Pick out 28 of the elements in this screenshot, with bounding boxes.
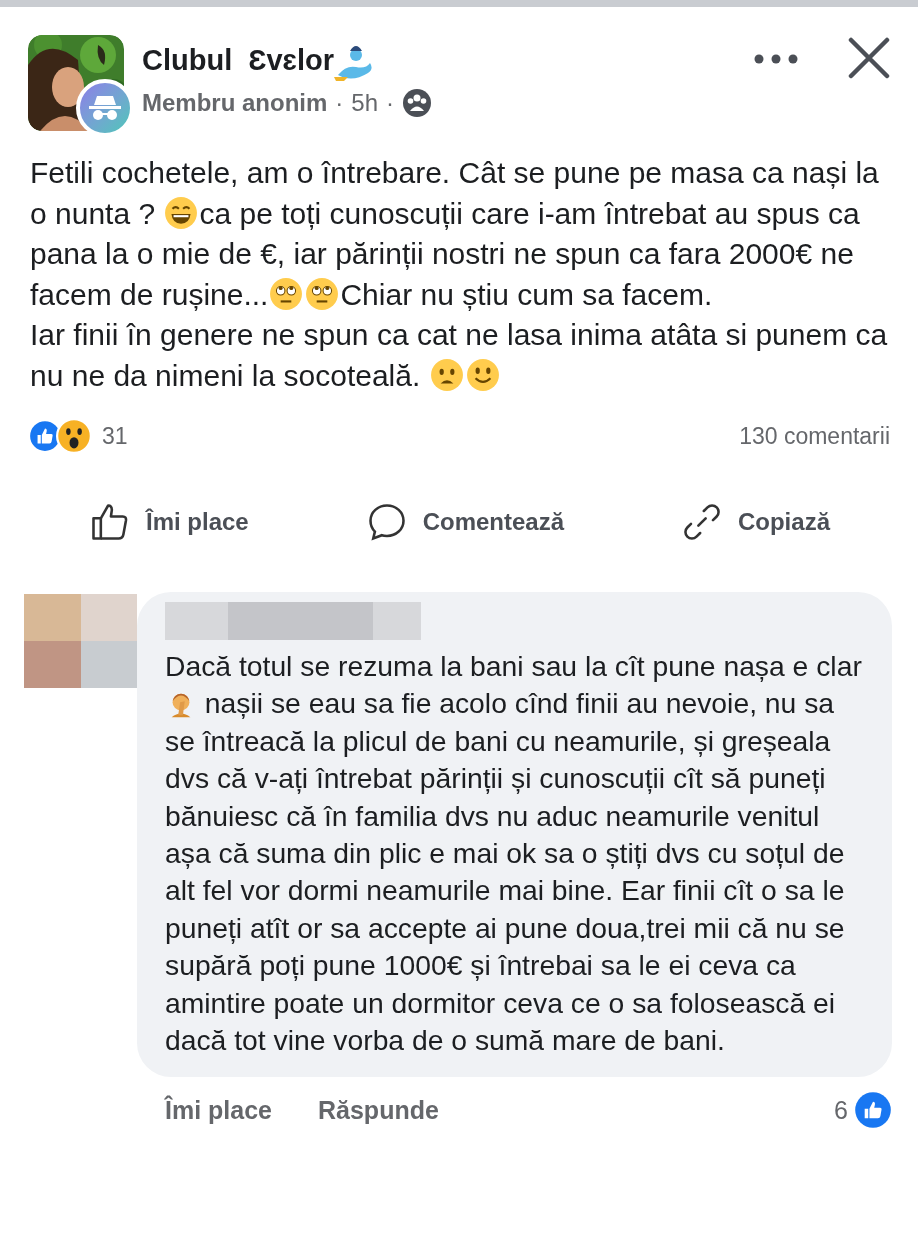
separator-dot: · — [335, 87, 344, 118]
grinning-face-icon — [164, 195, 199, 230]
post-text: Iar finii în genere ne spun ca cat ne lasa inima atâta si punem ca nu ne da nimeni la socoteală. — [30, 317, 888, 394]
reaction-count[interactable]: 31 — [102, 418, 128, 454]
eye-roll-face-icon — [269, 276, 304, 311]
group-icon — [402, 87, 433, 118]
surprised-reaction-icon — [56, 418, 92, 454]
smiling-face-icon — [465, 357, 500, 392]
group-name[interactable]: Clubul Ɛvɛlor — [142, 39, 335, 83]
more-icon — [754, 54, 798, 64]
like-reaction-icon — [854, 1091, 892, 1130]
post-text: Fetili cochetele, am o întrebare. Cât se pune pe masa ca nași la o nunta ? ca pe toți cunoscuții care i-am întrebat au spus ca pana la o mie de €, iar părinții nostri ne spun ca fara 2000€ ne facem de rușine... Chiar nu știu cum sa facem. — [30, 155, 880, 313]
separator-dot: · — [386, 87, 395, 118]
comment-like-count[interactable]: 6 — [834, 1091, 848, 1130]
comment-count[interactable]: 130 comentarii — [739, 418, 890, 454]
comment-action-button[interactable]: Comentează — [364, 500, 564, 544]
comment-text: Dacă totul se rezuma la bani sau la cît pune nașa e clar nașii se eau sa fie acolo cînd finii au nevoie, nu sa se întreacă la plicul de bani cu neamurile, și greșeala dvs că v-ați întrebat părinții și cunoscuții cît să puneți bănuiesc că în familia dvs nu aduc neamurile venitul așa că suma din plic e mai ok sa o știți dvs cu soțul de alt fel vor dormi neamurile mai bine. Ear finii cît o sa le puneți atît or sa accepte ai pune doua,trei mii că nu se supără poți pune 1000€ și întrebai sa le ei ceva ca amintire poate un dormitor ceva ce o sa folosească ei dacă tot vine vorba de o sumă mare de bani. — [165, 649, 863, 1059]
close-icon — [848, 37, 890, 79]
reply-link[interactable]: Răspunde — [318, 1091, 439, 1130]
like-action-button[interactable]: Îmi place — [87, 500, 249, 544]
copy-action-button[interactable]: Copiază — [679, 500, 830, 544]
comment-like-link[interactable]: Îmi place — [165, 1091, 272, 1130]
worried-face-icon — [429, 357, 464, 392]
eye-roll-face-icon — [305, 276, 340, 311]
close-button[interactable] — [848, 37, 890, 79]
incognito-icon — [87, 94, 123, 122]
author-name[interactable]: Membru anonim — [142, 84, 328, 121]
post-time[interactable]: 5h — [351, 84, 379, 121]
